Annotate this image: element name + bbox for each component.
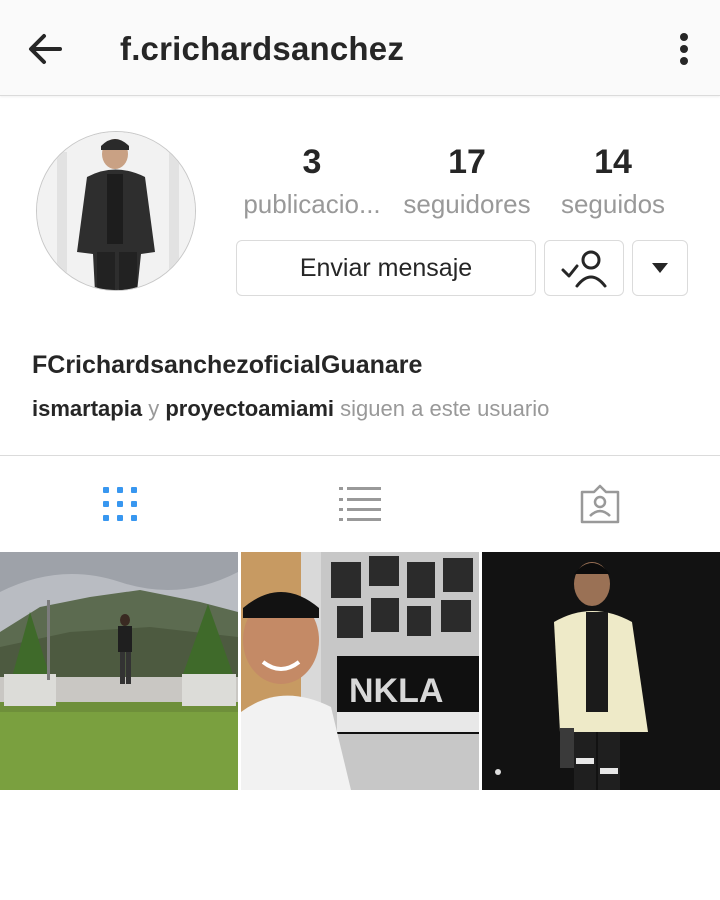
post-thumbnail[interactable]: NKLA: [241, 552, 479, 790]
following-status-button[interactable]: [544, 240, 624, 296]
following-label: seguidos: [560, 189, 666, 219]
caret-down-icon: [652, 263, 668, 273]
follower-link-1[interactable]: ismartapia: [32, 396, 142, 421]
profile-full-name: FCrichardsanchezoficialGuanare: [32, 351, 423, 379]
post-image: [0, 552, 238, 790]
suggestions-dropdown-button[interactable]: [632, 240, 688, 296]
posts-label: publicacio...: [243, 189, 381, 219]
arrow-left-icon: [29, 34, 62, 64]
top-app-bar: f.crichardsanchez: [0, 0, 720, 96]
tab-list-view[interactable]: [240, 456, 480, 552]
options-menu-button[interactable]: [670, 26, 698, 72]
followed-by-connector: y: [148, 396, 160, 421]
profile-view-tabs: [0, 456, 720, 552]
followed-by-suffix: siguen a este usuario: [340, 396, 550, 421]
tagged-photos-icon: [580, 484, 620, 524]
tab-tagged-view[interactable]: [480, 456, 720, 552]
list-icon: [339, 487, 381, 521]
username-title: f.crichardsanchez: [120, 30, 405, 67]
followers-count: 17: [448, 143, 486, 181]
followers-label: seguidores: [403, 189, 531, 219]
profile-stats: 3 publicacio... 17 seguidores 14 seguido…: [232, 140, 692, 230]
stat-following[interactable]: 14 seguidos: [548, 140, 678, 224]
stat-followers[interactable]: 17 seguidores: [392, 140, 542, 224]
tab-grid-view[interactable]: [0, 456, 240, 552]
followed-by-text: ismartapia y proyectoamiami siguen a est…: [32, 393, 549, 425]
photo-grid: NKLA: [0, 552, 720, 790]
user-check-icon: [561, 250, 607, 288]
posts-count: 3: [302, 143, 322, 181]
post-image: [482, 552, 720, 790]
back-button[interactable]: [22, 26, 68, 72]
stat-posts[interactable]: 3 publicacio...: [232, 140, 392, 224]
following-count: 14: [594, 143, 632, 181]
post-thumbnail[interactable]: [0, 552, 238, 790]
send-message-button[interactable]: Enviar mensaje: [236, 240, 536, 296]
more-vertical-icon: [680, 33, 688, 65]
post-image: NKLA: [241, 552, 479, 790]
profile-avatar[interactable]: [36, 131, 196, 291]
svg-text:NKLA: NKLA: [349, 672, 443, 710]
follower-link-2[interactable]: proyectoamiami: [165, 396, 334, 421]
grid-icon: [103, 487, 137, 521]
avatar-photo: [37, 132, 195, 290]
post-thumbnail[interactable]: [482, 552, 720, 790]
